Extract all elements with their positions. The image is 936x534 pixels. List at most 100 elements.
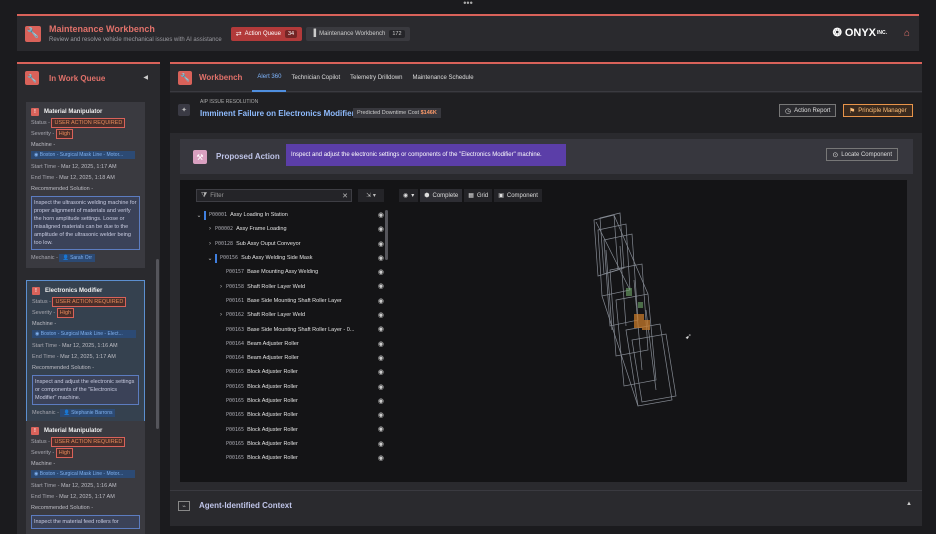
queue-header: 🔧 In Work Queue ◀ bbox=[17, 64, 160, 92]
queue-card[interactable]: ! Material Manipulator Status - USER ACTI… bbox=[26, 102, 145, 268]
tree-node[interactable]: P00163 Base Side Mounting Shaft Roller La… bbox=[194, 322, 384, 336]
end-time: Mar 12, 2025, 1:17 AM bbox=[59, 494, 115, 500]
tree-node[interactable]: › P00158 Shaft Roller Layer Weld ◉ bbox=[194, 279, 384, 293]
node-id: P00158 bbox=[226, 283, 245, 290]
agent-context-section[interactable]: ⌁ Agent-Identified Context ▲ bbox=[170, 490, 922, 520]
mechanic-badge[interactable]: 👤 Sarah Orr bbox=[59, 254, 96, 262]
tree-node[interactable]: P00161 Base Side Mounting Shaft Roller La… bbox=[194, 294, 384, 308]
eye-icon[interactable]: ◉ bbox=[378, 368, 384, 376]
eye-icon[interactable]: ◉ bbox=[378, 240, 384, 248]
node-id: P00165 bbox=[226, 398, 245, 404]
chevron-right-icon[interactable]: › bbox=[216, 284, 226, 290]
tree-node[interactable]: › P00002 Assy Frame Loading ◉ bbox=[194, 222, 384, 236]
tab-maintenance-workbench[interactable]: ▐ Maintenance Workbench 172 bbox=[306, 26, 410, 41]
tree-node[interactable]: P00165 Block Adjuster Roller ◉ bbox=[194, 365, 384, 379]
machine-link[interactable]: ◉ Boston - Surgical Mask Line - Motor... bbox=[31, 470, 135, 478]
eye-icon[interactable]: ◉ bbox=[378, 254, 384, 262]
mechanic-name: Sarah Orr bbox=[70, 255, 93, 261]
action-report-button[interactable]: ◷ Action Report bbox=[779, 104, 837, 117]
tab-action-queue[interactable]: ⇄ Action Queue 34 bbox=[230, 26, 303, 41]
collapse-left-icon[interactable]: ◀ bbox=[143, 74, 148, 81]
onyx-logo-icon: ❂ bbox=[832, 27, 842, 39]
tree-node[interactable]: P00165 Block Adjuster Roller ◉ bbox=[194, 437, 384, 451]
tab-telemetry-drilldown[interactable]: Telemetry Drilldown bbox=[345, 64, 407, 92]
tree-node[interactable]: › P00162 Shaft Roller Layer Weld ◉ bbox=[194, 308, 384, 322]
tree-node[interactable]: P00157 Base Mounting Assy Welding ◉ bbox=[194, 265, 384, 279]
chevron-right-icon[interactable]: › bbox=[205, 226, 215, 232]
home-icon[interactable]: ⌂ bbox=[904, 28, 910, 39]
queue-card[interactable]: ! Material Manipulator Status - USER ACTI… bbox=[26, 421, 145, 534]
proposed-action-title: Proposed Action bbox=[216, 152, 280, 161]
principle-manager-button[interactable]: ⚑ Principle Manager bbox=[843, 104, 913, 117]
eye-icon[interactable]: ◉ bbox=[378, 311, 384, 319]
node-id: P00165 bbox=[226, 412, 245, 419]
eye-icon[interactable]: ◉ bbox=[378, 440, 384, 448]
severity-label: Severity - bbox=[31, 450, 55, 456]
tree-node[interactable]: › P00128 Sub Assy Ouput Conveyor ◉ bbox=[194, 237, 384, 251]
eye-icon[interactable]: ◉ bbox=[378, 211, 384, 219]
tree-node[interactable]: P00164 Beam Adjuster Roller ◉ bbox=[194, 351, 384, 365]
eye-icon[interactable]: ◉ bbox=[378, 425, 384, 433]
view-component-button[interactable]: ▣ Component bbox=[494, 189, 542, 202]
tab-maintenance-schedule[interactable]: Maintenance Schedule bbox=[408, 64, 479, 92]
node-name: Block Adjuster Roller bbox=[247, 412, 298, 419]
mechanic-badge[interactable]: 👤 Stephanie Barrons bbox=[60, 409, 116, 417]
eye-icon[interactable]: ◉ bbox=[378, 282, 384, 290]
visibility-dropdown[interactable]: ◉ ▾ bbox=[399, 189, 419, 202]
node-name: Sub Assy Ouput Conveyor bbox=[236, 240, 301, 247]
queue-scrollbar[interactable] bbox=[156, 259, 159, 429]
node-name: Assy Frame Loading bbox=[236, 226, 287, 233]
eye-icon[interactable]: ◉ bbox=[378, 297, 384, 305]
card-title: ! Material Manipulator bbox=[31, 425, 140, 437]
queue-card-selected[interactable]: ! Electronics Modifier Status - USER ACTI… bbox=[26, 280, 145, 424]
end-time: Mar 12, 2025, 1:17 AM bbox=[60, 354, 116, 360]
eye-icon[interactable]: ◉ bbox=[378, 454, 384, 462]
eye-icon[interactable]: ◉ bbox=[378, 340, 384, 348]
view-complete-button[interactable]: ⬢ Complete bbox=[420, 189, 463, 202]
tab-technician-copilot[interactable]: Technician Copilot bbox=[286, 64, 345, 92]
chevron-down-icon[interactable]: ⌄ bbox=[205, 255, 215, 262]
tree-node[interactable]: ⌄ P00001 Assy Loading In Station ◉ bbox=[194, 208, 384, 222]
machine-3d-model[interactable] bbox=[586, 210, 696, 410]
severity-badge: High bbox=[56, 308, 75, 318]
eye-icon[interactable]: ◉ bbox=[378, 397, 384, 405]
queue-title: In Work Queue bbox=[49, 73, 106, 83]
eye-icon[interactable]: ◉ bbox=[378, 383, 384, 391]
tree-node[interactable]: P00165 Block Adjuster Roller ◉ bbox=[194, 380, 384, 394]
window-handle-icon[interactable]: ••• bbox=[460, 0, 476, 8]
node-id: P00165 bbox=[226, 440, 245, 447]
eye-icon[interactable]: ◉ bbox=[378, 325, 384, 333]
start-label: Start Time - bbox=[31, 483, 60, 489]
node-name: Beam Adjuster Roller bbox=[247, 355, 299, 362]
tree-node[interactable]: P00165 Block Adjuster Roller ◉ bbox=[194, 451, 384, 465]
chevron-up-icon[interactable]: ▲ bbox=[906, 501, 912, 507]
node-id: P00002 bbox=[215, 226, 234, 233]
chevron-right-icon[interactable]: › bbox=[205, 241, 215, 247]
tree-options-dropdown[interactable]: ⇲ ▾ bbox=[358, 189, 384, 202]
tab-count-badge: 172 bbox=[389, 29, 405, 38]
view-grid-button[interactable]: ▦ Grid bbox=[464, 189, 493, 202]
tab-alert-360[interactable]: Alert 360 bbox=[252, 64, 287, 92]
chevron-down-icon[interactable]: ⌄ bbox=[194, 212, 204, 219]
node-id: P00163 bbox=[226, 326, 245, 333]
status-label: Status - bbox=[32, 299, 51, 305]
node-id: P00001 bbox=[209, 212, 228, 219]
tree-node[interactable]: P00165 Block Adjuster Roller ◉ bbox=[194, 422, 384, 436]
chevron-right-icon[interactable]: › bbox=[216, 312, 226, 318]
eye-icon[interactable]: ◉ bbox=[378, 411, 384, 419]
eye-icon[interactable]: ◉ bbox=[378, 354, 384, 362]
eye-icon[interactable]: ◉ bbox=[378, 225, 384, 233]
workbench-title: Workbench bbox=[199, 73, 243, 82]
tree-node[interactable]: ⌄ P00156 Sub Assy Welding Side Mask ◉ bbox=[194, 251, 384, 265]
eye-icon[interactable]: ◉ bbox=[378, 268, 384, 276]
clear-icon[interactable]: ✕ bbox=[342, 192, 348, 200]
tree-node[interactable]: P00165 Block Adjuster Roller ◉ bbox=[194, 408, 384, 422]
filter-input[interactable]: ⧩ Filter ✕ bbox=[196, 189, 352, 202]
card-title-text: Electronics Modifier bbox=[45, 288, 103, 294]
locate-component-button[interactable]: ⊙ Locate Component bbox=[826, 148, 898, 161]
tree-node[interactable]: P00164 Beam Adjuster Roller ◉ bbox=[194, 337, 384, 351]
tree-scrollbar[interactable] bbox=[385, 210, 388, 260]
machine-link[interactable]: ◉ Boston - Surgical Mask Line - Elect... bbox=[32, 330, 136, 338]
tree-node[interactable]: P00165 Block Adjuster Roller ◉ bbox=[194, 394, 384, 408]
machine-link[interactable]: ◉ Boston - Surgical Mask Line - Motor... bbox=[31, 151, 135, 159]
